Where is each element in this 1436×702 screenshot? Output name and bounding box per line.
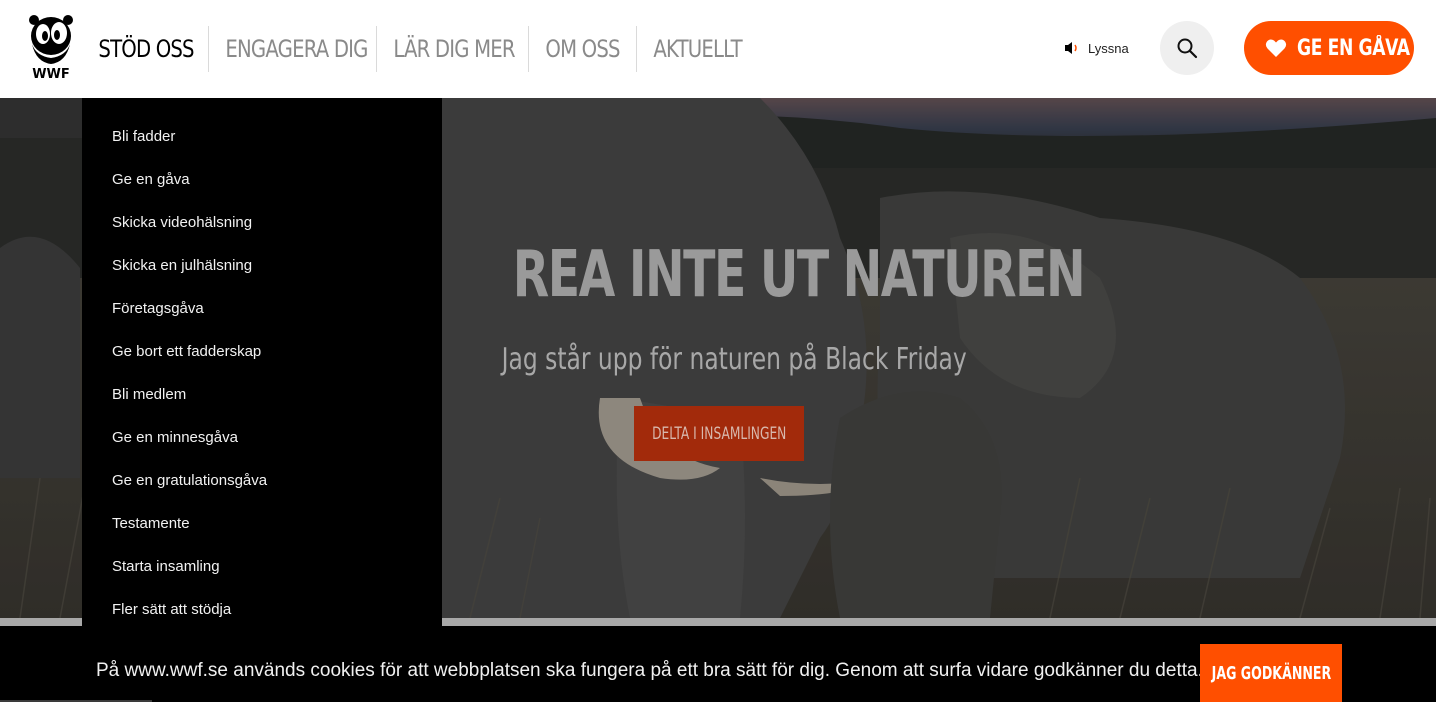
page: WWF STÖD OSS ENGAGERA DIG LÄR DIG MER OM… xyxy=(0,0,1436,702)
nav-item-stod-oss[interactable]: STÖD OSS xyxy=(82,26,210,72)
menu-item-ge-en-gratulationsgava[interactable]: Ge en gratulationsgåva xyxy=(82,470,442,513)
menu-item-skicka-videohalsning[interactable]: Skicka videohälsning xyxy=(82,212,442,255)
cookie-consent-bar: På www.wwf.se används cookies för att we… xyxy=(0,626,1436,702)
nav-cell-lar-dig-mer: LÄR DIG MER xyxy=(376,26,528,72)
hero-subtitle: Jag står upp för naturen på Black Friday xyxy=(501,342,967,377)
svg-text:WWF: WWF xyxy=(32,67,70,82)
nav-item-aktuellt[interactable]: AKTUELLT xyxy=(637,26,758,72)
menu-item-testamente[interactable]: Testamente xyxy=(82,513,442,556)
menu-item-bli-fadder[interactable]: Bli fadder xyxy=(82,126,442,169)
donate-button[interactable]: GE EN GÅVA xyxy=(1244,21,1414,75)
site-header: WWF STÖD OSS ENGAGERA DIG LÄR DIG MER OM… xyxy=(0,0,1436,98)
nav-cell-om-oss: OM OSS xyxy=(528,26,636,72)
nav-cell-aktuellt: AKTUELLT xyxy=(636,26,766,72)
menu-item-bli-medlem[interactable]: Bli medlem xyxy=(82,384,442,427)
menu-item-ge-bort-ett-fadderskap[interactable]: Ge bort ett fadderskap xyxy=(82,341,442,384)
wwf-logo[interactable]: WWF xyxy=(26,14,76,82)
menu-item-ge-en-gava[interactable]: Ge en gåva xyxy=(82,169,442,212)
panda-logo-icon: WWF xyxy=(29,15,73,82)
menu-item-starta-insamling[interactable]: Starta insamling xyxy=(82,556,442,599)
nav-cell-stod-oss: STÖD OSS xyxy=(82,26,208,72)
join-fundraiser-button[interactable]: DELTA I INSAMLINGEN xyxy=(634,406,804,461)
cookie-accept-label: JAG GODKÄNNER xyxy=(1211,662,1331,684)
listen-label: Lyssna xyxy=(1088,40,1129,56)
nav-item-engagera-dig[interactable]: ENGAGERA DIG xyxy=(209,26,384,72)
donate-label: GE EN GÅVA xyxy=(1297,35,1410,61)
nav-cell-engagera-dig: ENGAGERA DIG xyxy=(208,26,376,72)
menu-item-ge-en-minnesgava[interactable]: Ge en minnesgåva xyxy=(82,427,442,470)
menu-item-foretagsgava[interactable]: Företagsgåva xyxy=(82,298,442,341)
heart-icon xyxy=(1265,39,1287,57)
main-nav: STÖD OSS ENGAGERA DIG LÄR DIG MER OM OSS… xyxy=(82,26,766,72)
search-button[interactable] xyxy=(1160,21,1214,75)
stod-oss-dropdown-menu: Bli fadder Ge en gåva Skicka videohälsni… xyxy=(82,98,442,638)
cookie-message: På www.wwf.se används cookies för att we… xyxy=(96,660,1203,681)
cookie-accept-button[interactable]: JAG GODKÄNNER xyxy=(1200,644,1342,702)
search-icon xyxy=(1177,38,1198,59)
hero-title: REA INTE UT NATUREN xyxy=(512,238,1086,312)
listen-button[interactable]: Lyssna xyxy=(1064,38,1129,58)
speaker-icon xyxy=(1065,42,1077,54)
nav-item-om-oss[interactable]: OM OSS xyxy=(529,26,636,72)
menu-item-skicka-en-julhalsning[interactable]: Skicka en julhälsning xyxy=(82,255,442,298)
nav-item-lar-dig-mer[interactable]: LÄR DIG MER xyxy=(377,26,531,72)
join-fundraiser-label: DELTA I INSAMLINGEN xyxy=(651,423,787,444)
